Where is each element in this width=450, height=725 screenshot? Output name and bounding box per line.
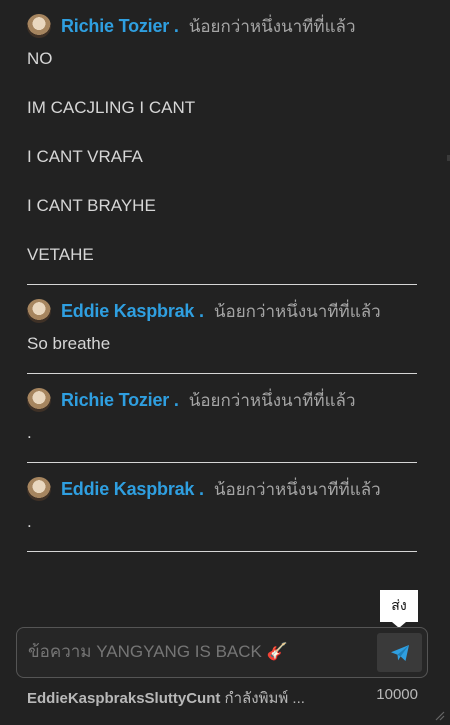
author-name[interactable]: Richie Tozier . — [61, 16, 179, 37]
message-list[interactable]: Richie Tozier . น้อยกว่าหนึ่งนาทีที่แล้ว… — [0, 0, 440, 612]
chat-window: Richie Tozier . น้อยกว่าหนึ่งนาทีที่แล้ว… — [0, 0, 450, 725]
message-input[interactable] — [28, 639, 368, 665]
message-line: VETAHE — [27, 245, 94, 264]
timestamp: น้อยกว่าหนึ่งนาทีที่แล้ว — [188, 16, 356, 36]
message-body: . — [27, 423, 417, 442]
message-line: . — [27, 423, 32, 442]
timestamp: น้อยกว่าหนึ่งนาทีที่แล้ว — [188, 390, 356, 410]
message-line: I CANT VRAFA — [27, 147, 143, 166]
typing-indicator: กำลังพิมพ์ ... — [224, 690, 305, 707]
message-line: . — [27, 512, 32, 531]
message-line: NO — [27, 49, 53, 68]
author-name[interactable]: Eddie Kaspbrak . — [61, 301, 204, 322]
message: Richie Tozier . น้อยกว่าหนึ่งนาทีที่แล้ว… — [27, 374, 417, 463]
send-tooltip: ส่ง — [380, 590, 418, 628]
message-line: IM CACJLING I CANT — [27, 98, 196, 117]
message: Eddie Kaspbrak . น้อยกว่าหนึ่งนาทีที่แล้… — [27, 285, 417, 374]
send-button[interactable] — [377, 633, 422, 672]
message-header: Eddie Kaspbrak . น้อยกว่าหนึ่งนาทีที่แล้… — [27, 298, 417, 324]
message-body: So breathe — [27, 334, 417, 353]
message-body: NO IM CACJLING I CANT I CANT VRAFA I CAN… — [27, 49, 417, 264]
author-name[interactable]: Richie Tozier . — [61, 390, 179, 411]
paper-plane-icon — [390, 644, 409, 661]
message-composer — [16, 627, 428, 678]
character-limit: 10000 — [376, 686, 418, 703]
avatar[interactable] — [27, 477, 51, 501]
avatar[interactable] — [27, 299, 51, 323]
avatar[interactable] — [27, 388, 51, 412]
message-header: Eddie Kaspbrak . น้อยกว่าหนึ่งนาทีที่แล้… — [27, 476, 417, 502]
message-line: I CANT BRAYHE — [27, 196, 156, 215]
author-name[interactable]: Eddie Kaspbrak . — [61, 479, 204, 500]
timestamp: น้อยกว่าหนึ่งนาทีที่แล้ว — [213, 479, 381, 499]
message-header: Richie Tozier . น้อยกว่าหนึ่งนาทีที่แล้ว — [27, 387, 417, 413]
message-body: . — [27, 512, 417, 531]
message-line: So breathe — [27, 334, 111, 353]
avatar[interactable] — [27, 14, 51, 38]
status-bar: EddieKaspbraksSluttyCunt กำลังพิมพ์ ... … — [27, 686, 418, 707]
message: Richie Tozier . น้อยกว่าหนึ่งนาทีที่แล้ว… — [27, 0, 417, 285]
timestamp: น้อยกว่าหนึ่งนาทีที่แล้ว — [213, 301, 381, 321]
message-header: Richie Tozier . น้อยกว่าหนึ่งนาทีที่แล้ว — [27, 13, 417, 39]
resize-handle-icon[interactable] — [435, 711, 445, 721]
message: Eddie Kaspbrak . น้อยกว่าหนึ่งนาทีที่แล้… — [27, 463, 417, 552]
typing-username: EddieKaspbraksSluttyCunt — [27, 690, 221, 707]
